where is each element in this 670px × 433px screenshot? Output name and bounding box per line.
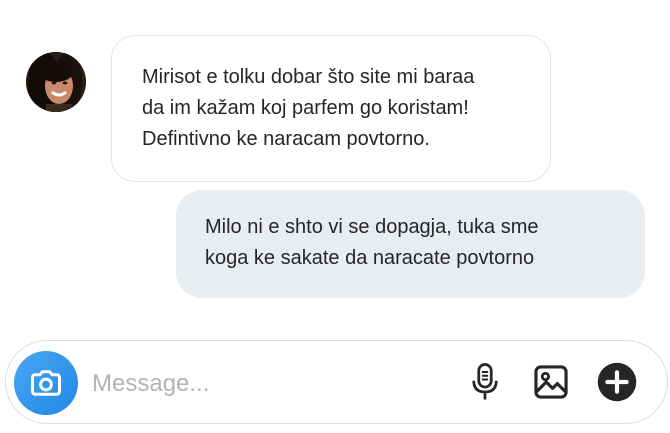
- gallery-button[interactable]: [530, 361, 572, 403]
- avatar-photo: [26, 52, 86, 112]
- camera-button[interactable]: [14, 351, 78, 415]
- outgoing-message-bubble[interactable]: Milo ni e shto vi se dopagja, tuka sme k…: [176, 190, 645, 298]
- camera-icon: [31, 370, 61, 396]
- incoming-message-text: Mirisot e tolku dobar što site mi baraa …: [142, 66, 475, 150]
- voice-message-button[interactable]: [464, 361, 506, 403]
- incoming-message-bubble[interactable]: Mirisot e tolku dobar što site mi baraa …: [111, 35, 551, 182]
- microphone-icon: [472, 363, 498, 400]
- outgoing-message-text: Milo ni e shto vi se dopagja, tuka sme k…: [205, 216, 539, 269]
- contact-avatar[interactable]: [26, 52, 86, 112]
- message-input[interactable]: [90, 363, 434, 405]
- image-icon: [534, 365, 568, 399]
- message-composer: [5, 340, 668, 424]
- plus-circle-icon: [597, 362, 637, 402]
- add-button[interactable]: [596, 361, 638, 403]
